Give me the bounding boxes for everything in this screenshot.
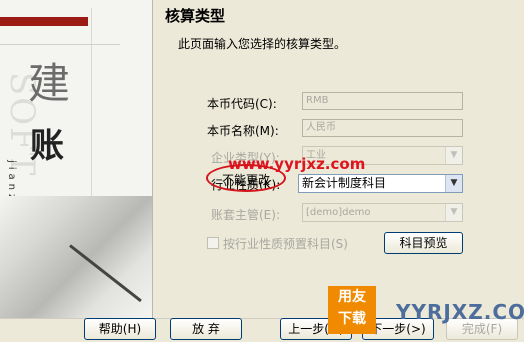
preset-accounts-checkbox: 按行业性质预置科目(S) [207,235,348,252]
currency-code-field: RMB [302,92,463,110]
logo-line-2: 下载 [338,311,366,327]
account-supervisor-label: 账套主管(E): [211,208,280,222]
industry-type-value: 新会计制度科目 [302,176,387,190]
currency-name-field: 人民币 [302,119,463,137]
page-title: 核算类型 [165,7,226,25]
watermark-brand: YYRJXZ.COM [396,300,524,324]
account-preview-button[interactable]: 科目预览 [384,232,463,254]
chevron-down-icon: ▼ [445,147,462,164]
account-supervisor-value: [demo]demo [306,207,371,218]
help-button[interactable]: 帮助(H) [84,318,156,340]
account-supervisor-select: [demo]demo ▼ [302,203,463,222]
side-char-jian: 建 [28,59,71,108]
chevron-down-icon[interactable]: ▼ [445,175,462,192]
preset-accounts-label: 按行业性质预置科目(S) [223,237,348,251]
abort-button[interactable]: 放 弃 [170,318,242,340]
annotation-text: 不能更改 [222,173,271,187]
red-accent-bar [0,17,88,26]
side-char-zhang: 账 [30,126,64,166]
pen-photo [0,196,152,318]
currency-code-label: 本币代码(C): [207,97,277,111]
wizard-side-image: SOFT 建 账 jianzhang [0,0,153,318]
divider-line [0,44,120,45]
currency-name-label: 本币名称(M): [207,124,279,138]
watermark-logo: 用友 下载 [328,286,376,334]
page-subtitle: 此页面输入您选择的核算类型。 [178,37,347,51]
checkbox-icon [207,237,219,249]
logo-line-1: 用友 [338,289,366,305]
industry-type-select[interactable]: 新会计制度科目 ▼ [298,174,463,193]
chevron-down-icon: ▼ [445,204,462,221]
